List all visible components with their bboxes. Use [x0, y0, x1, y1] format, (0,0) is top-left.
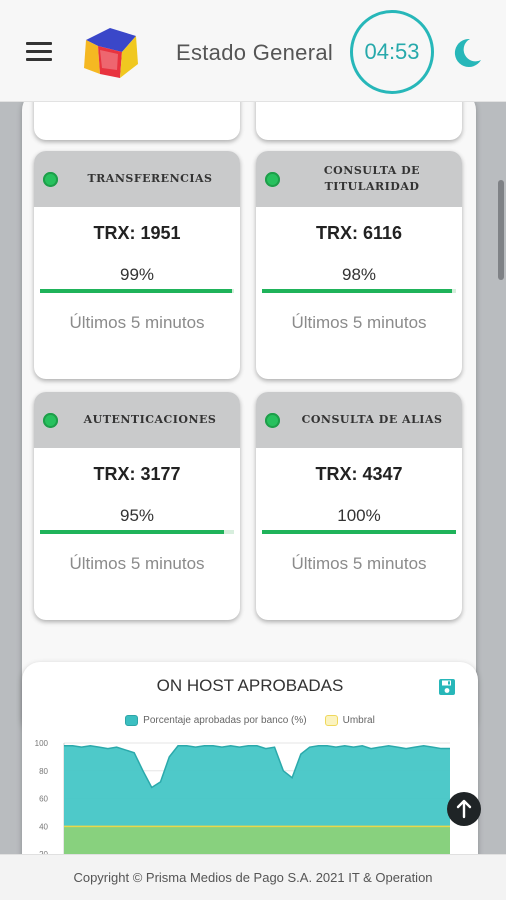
card-header: CONSULTA DE TITULARIDAD: [256, 151, 462, 207]
trx-count: TRX: 3177: [93, 464, 181, 484]
series-area-umbral: [64, 826, 450, 854]
legend-label: Umbral: [342, 715, 375, 726]
service-card-consulta-titularidad[interactable]: CONSULTA DE TITULARIDAD TRX: 6116 98% Úl…: [256, 151, 462, 379]
area-chart: 10080604020: [35, 739, 450, 854]
save-icon[interactable]: [438, 678, 456, 696]
services-panel: TRANSFERENCIAS TRX: 1951 99% Últimos 5 m…: [22, 102, 476, 734]
approval-progress-bar: [40, 530, 234, 534]
legend-item-series[interactable]: Porcentaje aprobadas por banco (%): [125, 715, 307, 726]
prisma-logo[interactable]: [80, 24, 142, 80]
legend-swatch: [324, 715, 338, 726]
approval-percent: 100%: [337, 506, 381, 525]
approval-progress-bar: [262, 530, 456, 534]
hamburger-icon[interactable]: [26, 42, 52, 62]
service-card-partial: [256, 102, 462, 140]
time-period: Últimos 5 minutos: [291, 313, 427, 332]
dashboard-content[interactable]: TRANSFERENCIAS TRX: 1951 99% Últimos 5 m…: [0, 102, 506, 854]
card-header: CONSULTA DE ALIAS: [256, 392, 462, 448]
service-name: CONSULTA DE ALIAS: [301, 413, 443, 426]
scrollbar-thumb[interactable]: [498, 180, 504, 280]
y-tick-label: 40: [39, 822, 48, 831]
legend-item-threshold[interactable]: Umbral: [324, 715, 375, 726]
status-indicator-icon: [43, 413, 58, 428]
service-card-consulta-alias[interactable]: CONSULTA DE ALIAS TRX: 4347 100% Últimos…: [256, 392, 462, 620]
time-period: Últimos 5 minutos: [69, 554, 205, 573]
status-indicator-icon: [43, 172, 58, 187]
y-tick-label: 100: [35, 739, 49, 748]
legend-label: Porcentaje aprobadas por banco (%): [143, 715, 307, 726]
chart-title: ON HOST APROBADAS: [156, 676, 344, 695]
card-header: TRANSFERENCIAS: [34, 151, 240, 207]
card-header: AUTENTICACIONES: [34, 392, 240, 448]
trx-count: TRX: 6116: [315, 223, 403, 243]
y-tick-label: 80: [39, 767, 48, 776]
legend-swatch: [125, 715, 139, 726]
session-timer[interactable]: 04:53: [350, 10, 434, 94]
service-card-partial: [34, 102, 240, 140]
moon-icon[interactable]: [450, 36, 484, 70]
approval-percent: 98%: [341, 265, 377, 284]
y-tick-label: 60: [39, 795, 48, 804]
service-name: TRANSFERENCIAS: [87, 172, 213, 185]
approval-percent: 95%: [119, 506, 155, 525]
trx-count: TRX: 4347: [315, 464, 403, 484]
copyright-text: Copyright © Prisma Medios de Pago S.A. 2…: [73, 870, 433, 885]
time-period: Últimos 5 minutos: [69, 313, 205, 332]
chart-legend: Porcentaje aprobadas por banco (%) Umbra…: [22, 715, 478, 726]
service-card-transferencias[interactable]: TRANSFERENCIAS TRX: 1951 99% Últimos 5 m…: [34, 151, 240, 379]
approval-percent: 99%: [119, 265, 155, 284]
page-footer: Copyright © Prisma Medios de Pago S.A. 2…: [0, 854, 506, 900]
service-name: CONSULTA DE TITULARIDAD: [323, 164, 421, 193]
service-card-autenticaciones[interactable]: AUTENTICACIONES TRX: 3177 95% Últimos 5 …: [34, 392, 240, 620]
page-title: Estado General: [176, 40, 334, 65]
service-name: AUTENTICACIONES: [83, 413, 217, 426]
arrow-up-icon: [456, 799, 472, 819]
status-indicator-icon: [265, 413, 280, 428]
time-period: Últimos 5 minutos: [291, 554, 427, 573]
chart-card-on-host: ON HOST APROBADAS Porcentaje aprobadas p…: [22, 662, 478, 854]
trx-count: TRX: 1951: [93, 223, 181, 243]
app-header: Estado General 04:53: [0, 0, 506, 102]
approval-progress-bar: [40, 289, 234, 293]
approval-progress-bar: [262, 289, 456, 293]
scroll-top-button[interactable]: [447, 792, 481, 826]
status-indicator-icon: [265, 172, 280, 187]
